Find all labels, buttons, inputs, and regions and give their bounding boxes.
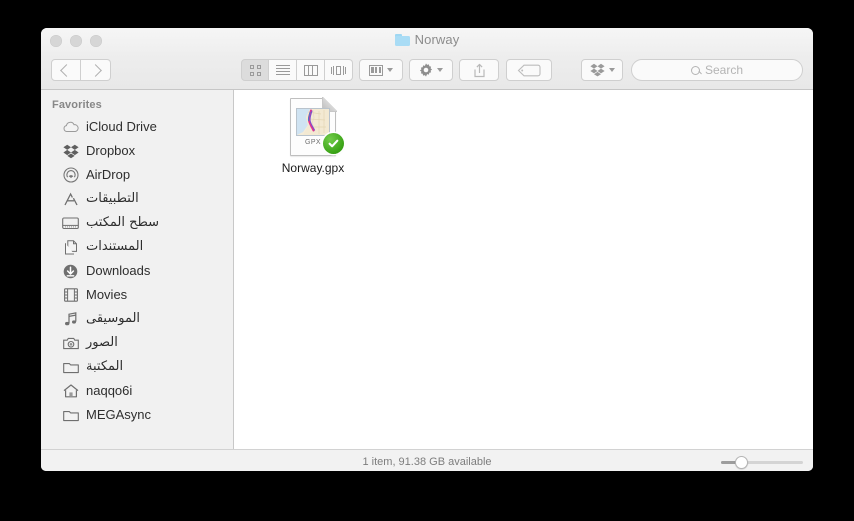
search-field[interactable]: Search: [631, 59, 803, 81]
window-title-group: Norway: [41, 32, 813, 48]
toolbar: Search: [41, 52, 813, 90]
cloud-icon: [62, 119, 79, 135]
window-body: Favorites iCloud Drive Dropbox AirDrop ا…: [41, 90, 813, 449]
status-text: 1 item, 91.38 GB available: [362, 455, 492, 468]
sidebar-item-dropbox[interactable]: Dropbox: [41, 139, 233, 163]
sidebar-item-label: Movies: [86, 287, 128, 302]
sidebar-item-downloads[interactable]: Downloads: [41, 259, 233, 283]
downloads-icon: [62, 263, 79, 279]
applications-icon: [62, 191, 79, 207]
dropbox-synced-check-icon: [323, 133, 344, 154]
sidebar-item-label: المكتبة: [86, 359, 124, 374]
sidebar-item-label: AirDrop: [86, 167, 131, 182]
icon-view-button[interactable]: [241, 59, 269, 81]
dropbox-icon: [62, 143, 79, 159]
folder-icon: [394, 34, 410, 46]
file-list-area[interactable]: GPX Norway.gpx: [234, 90, 813, 449]
icon-size-slider[interactable]: [721, 456, 803, 469]
chevron-down-icon: [387, 68, 393, 72]
chevron-left-icon: [59, 63, 73, 77]
tag-icon: [517, 64, 541, 76]
grid-icon: [249, 64, 261, 76]
coverflow-icon: [330, 65, 347, 76]
sidebar-item-airdrop[interactable]: AirDrop: [41, 163, 233, 187]
search-icon: [690, 65, 700, 75]
dropbox-icon: [589, 63, 605, 77]
sidebar-item-home[interactable]: naqqo6i: [41, 379, 233, 403]
view-mode-group: [241, 59, 353, 81]
music-icon: [62, 311, 79, 327]
dropbox-menu-button[interactable]: [581, 59, 623, 81]
sidebar: Favorites iCloud Drive Dropbox AirDrop ا…: [41, 90, 234, 449]
list-view-button[interactable]: [269, 59, 297, 81]
sidebar-item-applications[interactable]: التطبيقات: [41, 187, 233, 211]
home-icon: [62, 383, 79, 399]
status-bar: 1 item, 91.38 GB available: [41, 449, 813, 471]
file-name-label: Norway.gpx: [281, 161, 345, 175]
documents-icon: [62, 239, 79, 255]
share-button[interactable]: [459, 59, 499, 81]
sidebar-item-documents[interactable]: المستندات: [41, 235, 233, 259]
folder-icon: [62, 359, 79, 375]
action-menu-button[interactable]: [409, 59, 453, 81]
sidebar-item-label: Downloads: [86, 263, 151, 278]
sidebar-item-label: MEGAsync: [86, 407, 152, 422]
page-title: Norway: [414, 32, 460, 47]
columns-icon: [303, 64, 318, 76]
sidebar-item-icloud-drive[interactable]: iCloud Drive: [41, 115, 233, 139]
arrange-button[interactable]: [359, 59, 403, 81]
sidebar-item-megasync[interactable]: MEGAsync: [41, 403, 233, 427]
sidebar-item-library[interactable]: المكتبة: [41, 355, 233, 379]
movies-icon: [62, 287, 79, 303]
chevron-down-icon: [437, 68, 443, 72]
sidebar-item-label: iCloud Drive: [86, 119, 157, 134]
finder-window: Norway Search Favorites iCloud Drive Dro…: [41, 28, 813, 471]
arrange-icon: [369, 64, 383, 76]
navigation-buttons: [51, 59, 111, 81]
sidebar-item-label: الموسيقى: [86, 311, 141, 326]
chevron-right-icon: [89, 63, 102, 77]
sidebar-item-label: سطح المكتب: [86, 215, 160, 230]
share-icon: [473, 63, 485, 77]
gear-icon: [419, 63, 433, 77]
tag-button[interactable]: [506, 59, 552, 81]
slider-thumb[interactable]: [735, 456, 748, 469]
sidebar-item-music[interactable]: الموسيقى: [41, 307, 233, 331]
forward-button[interactable]: [81, 59, 111, 81]
sidebar-item-desktop[interactable]: سطح المكتب: [41, 211, 233, 235]
sidebar-item-label: Dropbox: [86, 143, 136, 158]
sidebar-section-favorites: Favorites: [52, 99, 102, 111]
folder-icon: [62, 407, 79, 423]
sidebar-item-label: المستندات: [86, 239, 144, 254]
coverflow-view-button[interactable]: [325, 59, 353, 81]
sidebar-item-label: الصور: [86, 335, 118, 350]
title-bar: Norway: [41, 28, 813, 52]
column-view-button[interactable]: [297, 59, 325, 81]
map-thumbnail: [296, 108, 330, 136]
sidebar-item-label: naqqo6i: [86, 383, 133, 398]
file-item-norway-gpx[interactable]: GPX Norway.gpx: [259, 97, 367, 175]
pictures-icon: [62, 335, 79, 351]
list-icon: [275, 64, 290, 76]
chevron-down-icon: [608, 68, 615, 72]
search-input[interactable]: Search: [705, 63, 743, 77]
airdrop-icon: [62, 167, 79, 183]
sidebar-item-movies[interactable]: Movies: [41, 283, 233, 307]
gpx-document-icon: GPX: [290, 97, 344, 156]
back-button[interactable]: [51, 59, 81, 81]
desktop-icon: [62, 215, 79, 231]
sidebar-item-pictures[interactable]: الصور: [41, 331, 233, 355]
sidebar-item-label: التطبيقات: [86, 191, 139, 206]
